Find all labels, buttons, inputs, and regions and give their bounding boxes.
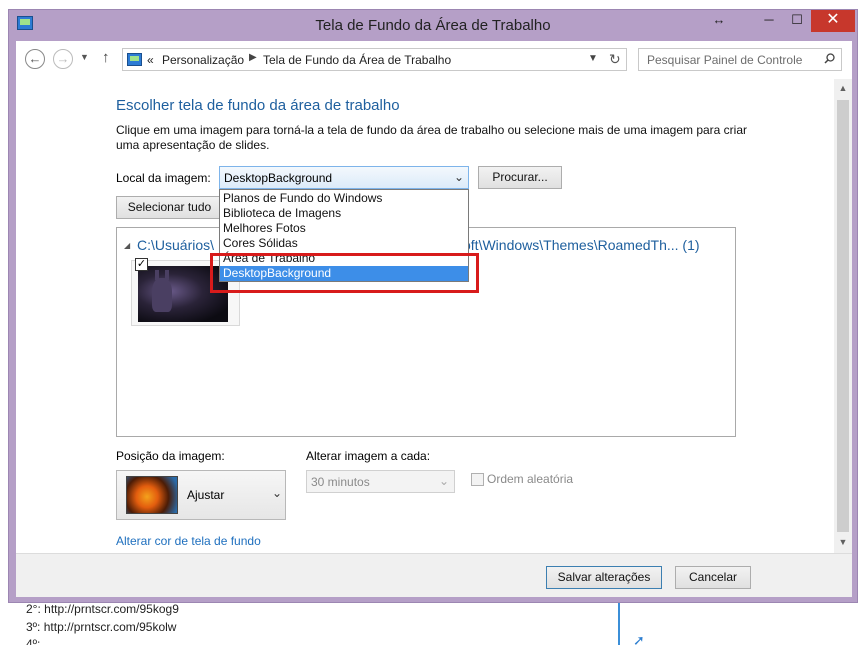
wallpaper-window: Tela de Fundo da Área de Trabalho ↔ ─ ☐ … — [8, 9, 858, 603]
collapse-triangle-icon[interactable]: ◢ — [124, 241, 130, 250]
background-text-line: 2°: http://prntscr.com/95kog9 — [26, 602, 179, 616]
search-input[interactable]: Pesquisar Painel de Controle — [647, 53, 802, 67]
page-description: Clique em uma imagem para torná-la a tel… — [116, 123, 748, 152]
breadcrumb-desktop-background[interactable]: Tela de Fundo da Área de Trabalho — [263, 53, 451, 67]
breadcrumb-separator-icon[interactable]: ▶ — [249, 52, 257, 63]
scrollbar-thumb[interactable] — [837, 100, 849, 532]
dialog-footer: Salvar alterações Cancelar — [16, 553, 852, 597]
location-select[interactable]: DesktopBackground ⌄ — [219, 166, 469, 189]
location-option[interactable]: Cores Sólidas — [220, 236, 468, 251]
navigation-bar: ← → ▼ ↑ « Personalização ▶ Tela de Fundo… — [16, 41, 852, 79]
location-label: Local da imagem: — [116, 171, 211, 185]
scroll-up-icon[interactable]: ▲ — [834, 83, 852, 93]
breadcrumb-personalization[interactable]: Personalização — [162, 53, 244, 67]
group-path-right[interactable]: soft\Windows\Themes\RoamedTh... (1) — [456, 237, 700, 253]
position-preview-image — [126, 476, 178, 514]
position-select[interactable]: Ajustar ⌄ — [116, 470, 286, 520]
search-box[interactable]: Pesquisar Painel de Controle — [638, 48, 842, 71]
background-text-line: 4º: — [26, 637, 41, 645]
thumbnail-checkbox[interactable]: ✓ — [135, 258, 148, 271]
animatronic-figure — [152, 270, 172, 312]
select-all-button[interactable]: Selecionar tudo — [116, 196, 223, 219]
close-button[interactable]: ✕ — [811, 10, 855, 32]
cancel-button[interactable]: Cancelar — [675, 566, 751, 589]
forward-button[interactable]: → — [53, 49, 73, 69]
location-option[interactable]: Biblioteca de Imagens — [220, 206, 468, 221]
window-title: Tela de Fundo da Área de Trabalho — [315, 17, 551, 34]
chevron-down-icon: ⌄ — [453, 170, 464, 184]
location-option[interactable]: Melhores Fotos — [220, 221, 468, 236]
annotation-highlight — [210, 253, 479, 293]
scroll-down-icon[interactable]: ▼ — [834, 537, 852, 547]
chevron-down-icon: ⌄ — [272, 486, 283, 500]
recent-locations-chevron-icon[interactable]: ▼ — [80, 52, 89, 62]
change-background-color-link[interactable]: Alterar cor de tela de fundo — [116, 534, 261, 548]
resize-icon[interactable]: ↔ — [709, 10, 729, 32]
position-label: Posição da imagem: — [116, 449, 225, 463]
search-icon[interactable] — [824, 53, 835, 64]
change-interval-label: Alterar imagem a cada: — [306, 449, 431, 463]
refresh-icon[interactable]: ↻ — [609, 51, 621, 68]
location-option[interactable]: Planos de Fundo do Windows — [220, 191, 468, 206]
group-path-left[interactable]: C:\Usuários\ — [137, 237, 214, 253]
change-interval-select[interactable]: 30 minutos ⌄ — [306, 470, 455, 493]
position-select-value: Ajustar — [187, 488, 225, 502]
browse-button[interactable]: Procurar... — [478, 166, 562, 189]
minimize-button[interactable]: ─ — [757, 10, 781, 32]
back-button[interactable]: ← — [25, 49, 45, 69]
address-bar[interactable]: « Personalização ▶ Tela de Fundo da Área… — [122, 48, 627, 71]
chevron-down-icon: ⌄ — [438, 474, 449, 488]
location-select-value: DesktopBackground — [224, 171, 333, 185]
change-interval-value: 30 minutos — [311, 475, 370, 489]
title-bar[interactable]: Tela de Fundo da Área de Trabalho ↔ ─ ☐ … — [9, 10, 857, 40]
vertical-scrollbar[interactable]: ▲ ▼ — [834, 79, 852, 553]
maximize-button[interactable]: ☐ — [785, 10, 809, 32]
address-dropdown-icon[interactable]: ▼ — [588, 53, 598, 64]
background-text-line: 3º: http://prntscr.com/95kolw — [26, 620, 177, 634]
save-changes-button[interactable]: Salvar alterações — [546, 566, 662, 589]
background-arrow-icon: ➚ — [633, 632, 645, 645]
up-arrow-icon[interactable]: ↑ — [102, 49, 110, 66]
shuffle-label: Ordem aleatória — [487, 472, 574, 486]
breadcrumb-overflow-icon[interactable]: « — [147, 53, 154, 67]
background-divider — [618, 600, 620, 645]
window-client-area: ← → ▼ ↑ « Personalização ▶ Tela de Fundo… — [16, 41, 852, 597]
page-title: Escolher tela de fundo da área de trabal… — [116, 97, 400, 114]
shuffle-checkbox[interactable] — [471, 473, 484, 486]
control-panel-icon — [127, 53, 142, 66]
